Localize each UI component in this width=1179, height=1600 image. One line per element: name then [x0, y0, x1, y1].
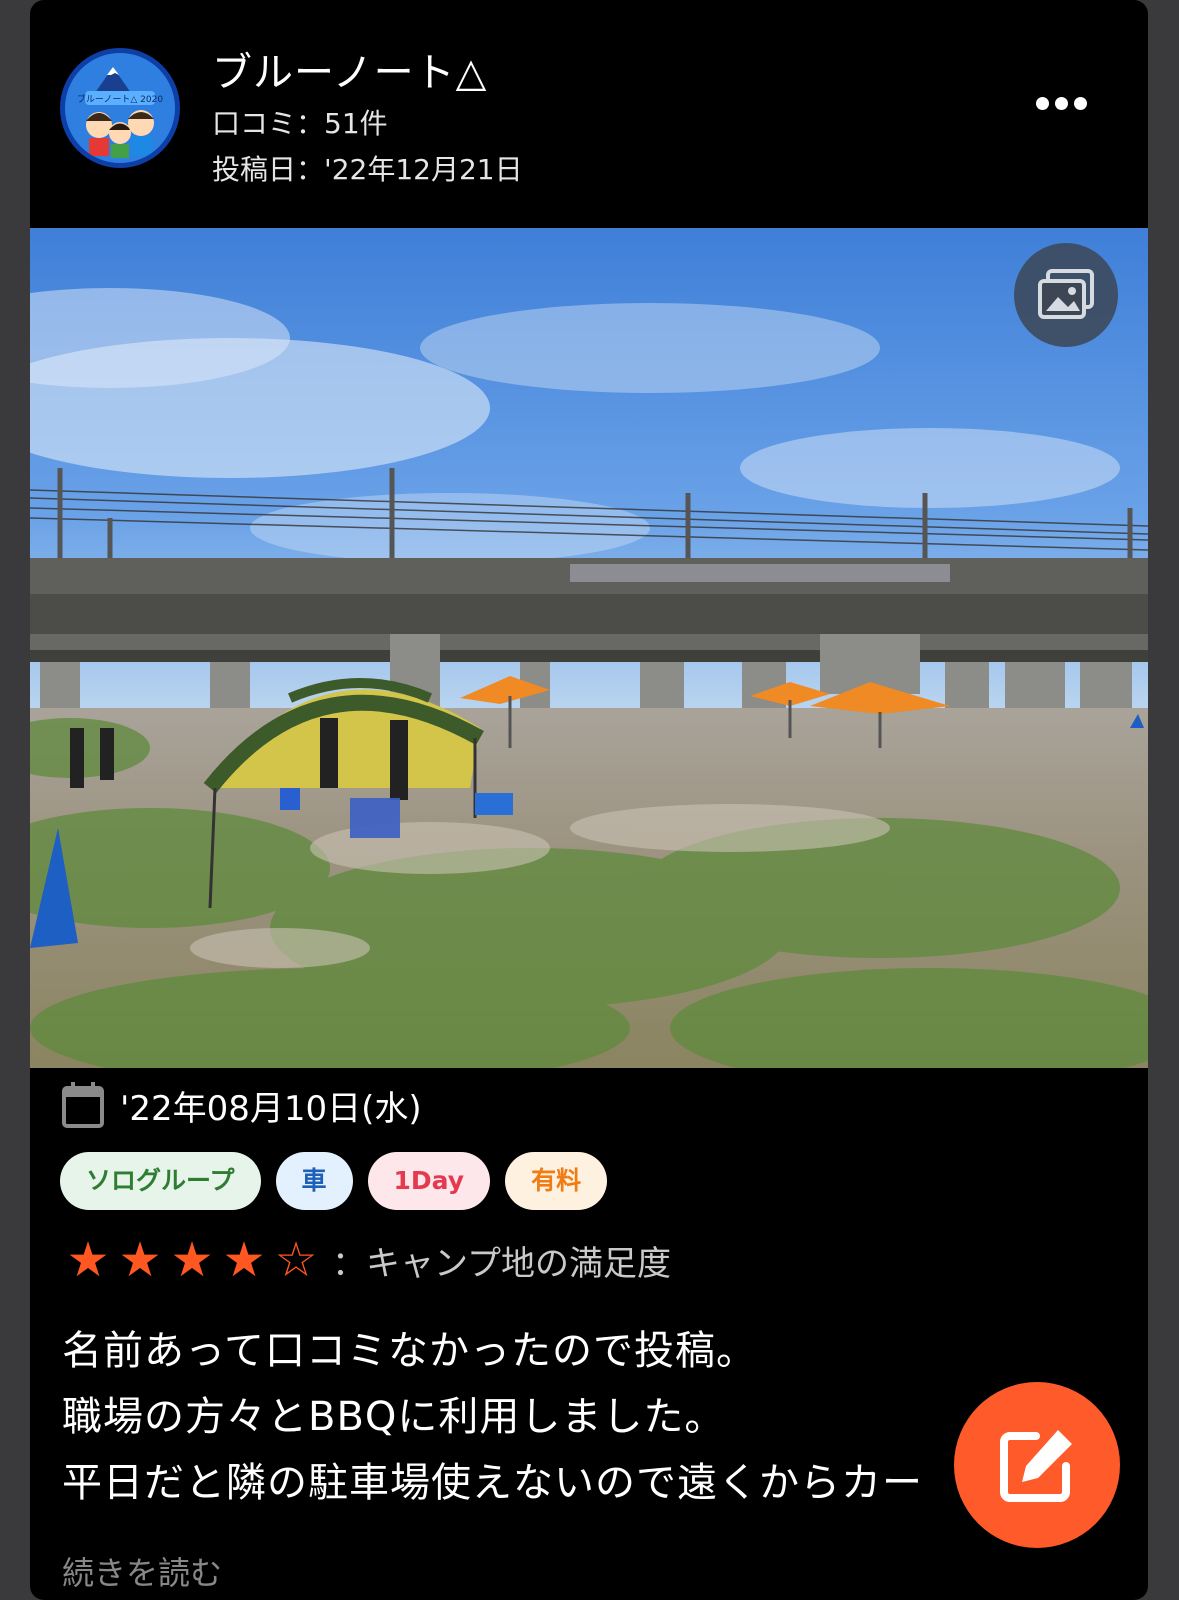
- gallery-button[interactable]: [1014, 243, 1118, 347]
- post-date: 投稿日：'22年12月21日: [212, 153, 523, 186]
- avatar-text: ブルーノート△ 2020: [77, 93, 163, 105]
- tag-1day[interactable]: 1Day: [367, 1152, 491, 1210]
- review-photo[interactable]: [30, 228, 1148, 1068]
- more-options-button[interactable]: [1036, 95, 1096, 125]
- more-dot: [1074, 97, 1087, 110]
- gallery-icon: [1038, 269, 1094, 319]
- review-count: 口コミ：51件: [212, 107, 388, 140]
- avatar[interactable]: ブルーノート△ 2020: [60, 48, 180, 168]
- edit-icon: [1000, 1430, 1072, 1502]
- more-horizontal-icon: [1036, 97, 1049, 110]
- campsite-photo: [30, 228, 1148, 1068]
- read-more-link[interactable]: 続きを読む: [62, 1548, 222, 1594]
- star-outline-icon: ☆: [274, 1232, 318, 1288]
- tag-paid[interactable]: 有料: [505, 1152, 608, 1210]
- rating-label: ：キャンプ地の満足度: [332, 1243, 671, 1284]
- visit-date-row: '22年08月10日(水): [62, 1080, 422, 1130]
- star-filled-icon: ★: [118, 1232, 162, 1288]
- user-name[interactable]: ブルーノート△: [212, 40, 487, 98]
- tag-list: ソログループ 車 1Day 有料: [60, 1152, 608, 1210]
- calendar-icon: [62, 1082, 104, 1128]
- tag-car[interactable]: 車: [275, 1152, 353, 1210]
- star-filled-icon: ★: [222, 1232, 266, 1288]
- star-filled-icon: ★: [66, 1232, 110, 1288]
- tag-solo-group[interactable]: ソログループ: [60, 1152, 261, 1210]
- write-review-button[interactable]: [954, 1382, 1120, 1548]
- rating-row: ★ ★ ★ ★ ☆ ：キャンプ地の満足度: [62, 1232, 671, 1288]
- visit-date: '22年08月10日(水): [120, 1088, 422, 1129]
- star-filled-icon: ★: [170, 1232, 214, 1288]
- review-header: ブルーノート△ 2020 ブルーノート△ 口コミ：51件 投稿日：'22年12月…: [30, 0, 1148, 228]
- more-dot: [1055, 97, 1068, 110]
- avatar-illustration: ブルーノート△ 2020: [65, 53, 175, 163]
- review-card: ブルーノート△ 2020 ブルーノート△ 口コミ：51件 投稿日：'22年12月…: [30, 0, 1148, 1600]
